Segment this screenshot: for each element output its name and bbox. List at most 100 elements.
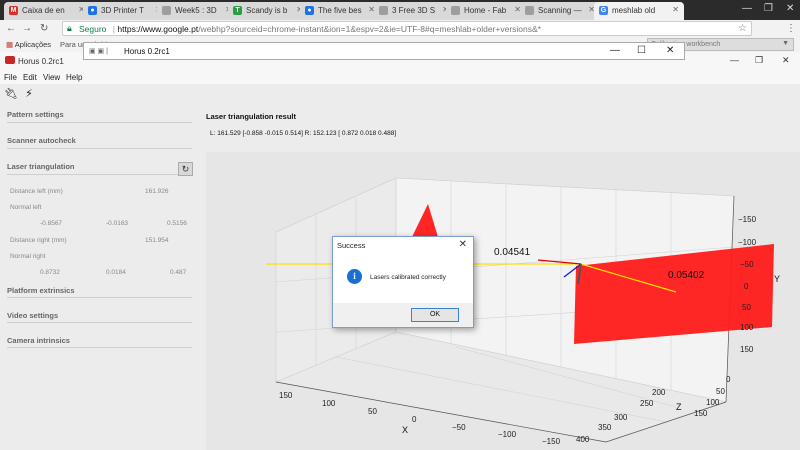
tab-label: meshlab old [612, 6, 656, 15]
overlap-window-title: Horus 0.2rc1 [124, 47, 170, 56]
doc-icon [162, 6, 171, 15]
y-axis-label: Y [774, 274, 780, 284]
minimize-icon[interactable]: — [730, 55, 739, 65]
section-scanner-autocheck[interactable]: Scanner autocheck [7, 136, 76, 145]
triangulation-3d-plot[interactable]: 0.04541 0.05402 150 100 50 0 −50 −100 −1… [206, 152, 800, 450]
forward-icon[interactable]: → [22, 23, 32, 34]
section-camera-intrinsics[interactable]: Camera intrinsics [7, 336, 70, 345]
dialog-title: Success [337, 241, 366, 250]
connect-icon[interactable]: 🔌︎ [4, 87, 18, 103]
z-tick: 50 [716, 387, 725, 396]
y-tick: 0 [744, 282, 749, 291]
y-tick: 150 [740, 345, 754, 354]
tab-label: The five bes [318, 6, 362, 15]
tab-week5[interactable]: Week5 : 3D ✕ [157, 2, 237, 20]
y-tick: −100 [738, 238, 757, 247]
tab-five-best[interactable]: ● The five bes ✕ [300, 2, 380, 20]
result-values: L: 161.529 [-0.858 -0.015 0.514] R: 152.… [210, 130, 397, 137]
restore-icon[interactable]: ❐ [764, 3, 773, 14]
tab-meshlab[interactable]: G meshlab old ✕ [594, 2, 684, 20]
secure-label: Seguro [79, 24, 107, 34]
x-tick: 50 [368, 407, 377, 416]
tab-label: 3D Printer T [101, 6, 144, 15]
restore-icon[interactable]: ❐ [755, 55, 763, 66]
tab-gmail[interactable]: M Caixa de en ✕ [4, 2, 90, 20]
section-platform-extrinsics[interactable]: Platform extrinsics [7, 286, 75, 295]
menu-edit[interactable]: Edit [23, 73, 37, 82]
y-tick: −150 [738, 215, 757, 224]
z-tick: 200 [652, 388, 666, 397]
close-tab-icon[interactable]: ✕ [672, 5, 679, 14]
gmail-icon: M [9, 6, 18, 15]
section-video-settings[interactable]: Video settings [7, 311, 58, 320]
menu-view[interactable]: View [43, 73, 60, 82]
minimize-icon[interactable]: — [610, 45, 620, 56]
z-tick: 0 [726, 375, 731, 384]
bookmark-star-icon[interactable]: ☆ [738, 23, 747, 34]
normal-left-label: Normal left [10, 204, 42, 211]
reload-icon[interactable]: ↻ [40, 23, 48, 34]
browser-tab-strip: M Caixa de en ✕ ● 3D Printer T ✕ Week5 :… [0, 0, 800, 20]
x-tick: −100 [498, 430, 517, 439]
normal-right-y: 0.0184 [106, 269, 126, 276]
divider [7, 174, 192, 175]
close-icon[interactable]: ✕ [786, 3, 794, 14]
tab-3d-printer[interactable]: ● 3D Printer T ✕ [83, 2, 167, 20]
z-tick: 400 [576, 435, 590, 444]
ok-button[interactable]: OK [411, 308, 459, 322]
z-tick: 250 [640, 399, 654, 408]
section-laser-triangulation[interactable]: Laser triangulation [7, 162, 75, 171]
tab-free-3d[interactable]: 3 Free 3D S ✕ [374, 2, 454, 20]
doc-icon [525, 6, 534, 15]
left-plane-label: 0.04541 [494, 247, 531, 258]
close-icon[interactable]: ✕ [666, 45, 674, 56]
horus-logo-icon [5, 56, 15, 64]
apps-label: Aplicações [14, 40, 52, 49]
doc-icon [379, 6, 388, 15]
y-tick: −50 [740, 260, 754, 269]
distance-right-value: 151.954 [145, 237, 169, 244]
info-icon: i [347, 269, 362, 284]
tab-label: 3 Free 3D S [392, 6, 436, 15]
url-input[interactable]: 🔒︎ Seguro | https://www.google.pt/webhp?… [62, 21, 752, 36]
overlap-window-titlebar: ▣ ▣ | Horus 0.2rc1 — ☐ ✕ [83, 42, 685, 60]
refresh-button[interactable]: ↻ [178, 162, 193, 176]
address-bar: ← → ↻ 🔒︎ Seguro | https://www.google.pt/… [0, 20, 800, 38]
z-tick: 350 [598, 423, 612, 432]
globe-icon: ● [305, 6, 314, 15]
tab-scandy[interactable]: T Scandy is b ✕ [228, 2, 308, 20]
tab-label: Scanning — [538, 6, 582, 15]
menu-file[interactable]: File [4, 73, 17, 82]
normal-left-x: -0.8567 [40, 220, 63, 227]
divider [7, 148, 192, 149]
menu-help[interactable]: Help [66, 73, 82, 82]
normal-left-y: -0.0163 [106, 220, 129, 227]
normal-right-x: 0.8732 [40, 269, 60, 276]
toolbar: 🔌︎ ⚡︎ [0, 84, 800, 106]
z-axis-label: Z [676, 402, 682, 412]
z-tick: 150 [694, 409, 708, 418]
close-icon[interactable]: ✕ [782, 55, 790, 66]
result-title: Laser triangulation result [206, 112, 297, 121]
apps-grid-icon: ▦ [6, 40, 14, 49]
apps-shortcut[interactable]: ▦ Aplicações [6, 40, 51, 49]
doc-icon [451, 6, 460, 15]
success-dialog: Success ✕ i Lasers calibrated correctly … [332, 236, 474, 328]
horus-title: Horus 0.2rc1 [18, 57, 64, 66]
menu-dots-icon[interactable]: ⋮ [786, 23, 796, 34]
x-tick: −50 [452, 423, 466, 432]
tab-label: Caixa de en [22, 6, 65, 15]
y-tick: 50 [742, 303, 751, 312]
x-tick: 150 [279, 391, 293, 400]
tab-scanning[interactable]: Scanning — ✕ [520, 2, 600, 20]
minimize-icon[interactable]: — [742, 3, 752, 14]
close-icon[interactable]: ✕ [459, 239, 467, 250]
tab-home-fab[interactable]: Home - Fab ✕ [446, 2, 526, 20]
globe-icon: ● [88, 6, 97, 15]
disconnect-icon[interactable]: ⚡︎ [22, 87, 36, 103]
back-icon[interactable]: ← [6, 23, 16, 34]
maximize-icon[interactable]: ☐ [637, 45, 646, 56]
lock-icon: 🔒︎ [67, 23, 72, 33]
section-pattern-settings[interactable]: Pattern settings [7, 110, 64, 119]
refresh-icon: ↻ [181, 164, 190, 174]
